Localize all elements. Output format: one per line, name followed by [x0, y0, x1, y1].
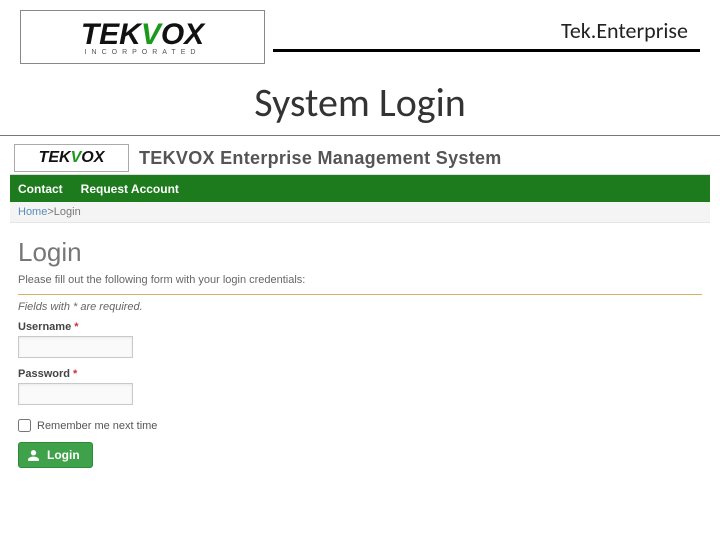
logo-subtext: INCORPORATED [85, 49, 201, 56]
username-label: Username * [18, 321, 702, 333]
nav-bar: Contact Request Account [10, 175, 710, 202]
login-button[interactable]: Login [18, 442, 93, 468]
login-instruction: Please fill out the following form with … [18, 274, 702, 286]
app-title: TEKVOX Enterprise Management System [139, 148, 502, 169]
password-input[interactable] [18, 383, 133, 405]
nav-request-account[interactable]: Request Account [81, 182, 179, 196]
header-divider [273, 49, 700, 52]
product-name: Tek.Enterprise [561, 17, 688, 44]
login-heading: Login [18, 237, 702, 268]
remember-label: Remember me next time [37, 420, 157, 432]
remember-checkbox[interactable] [18, 419, 31, 432]
breadcrumb: Home>Login [10, 202, 710, 223]
slide-title: System Login [20, 78, 700, 127]
breadcrumb-home[interactable]: Home [18, 206, 47, 218]
required-note: Fields with * are required. [18, 301, 702, 313]
password-label: Password * [18, 368, 702, 380]
breadcrumb-current: Login [54, 206, 81, 218]
login-button-label: Login [47, 448, 80, 462]
tekvox-logo-large: TEKVOX INCORPORATED [20, 10, 265, 64]
username-input[interactable] [18, 336, 133, 358]
tekvox-logo-small: TEKVOX [14, 144, 129, 172]
user-icon [27, 449, 40, 462]
form-divider [18, 294, 702, 295]
nav-contact[interactable]: Contact [18, 182, 63, 196]
